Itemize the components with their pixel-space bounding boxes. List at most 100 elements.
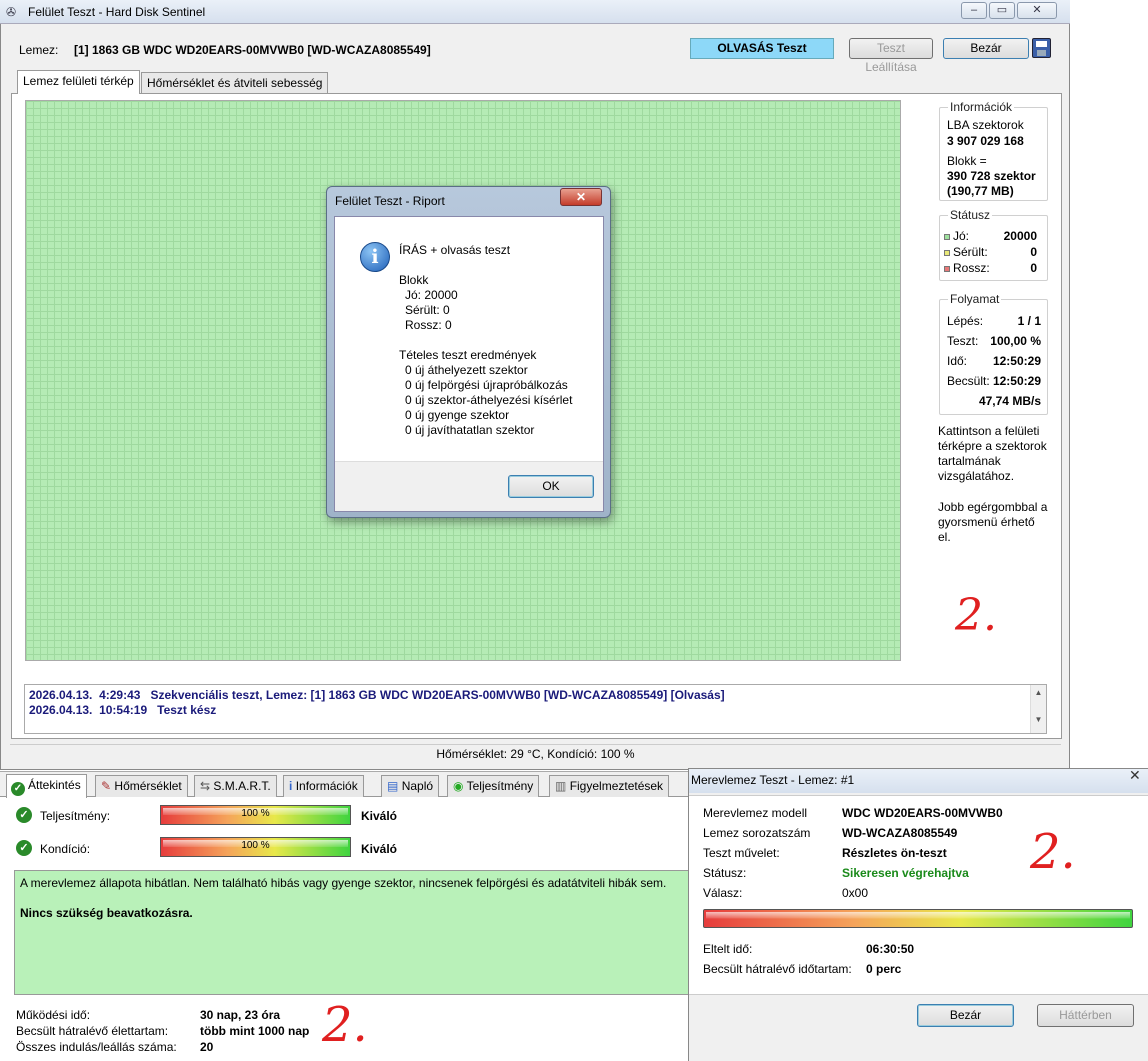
selftest-close-icon[interactable]: ✕ [1129, 767, 1141, 784]
minimize-button[interactable]: – [961, 2, 987, 19]
maximize-button[interactable]: ▭ [989, 2, 1015, 19]
performance-label: Teljesítmény: [40, 809, 111, 823]
report-dialog: Felület Teszt - Riport ✕ i ÍRÁS + olvasá… [326, 186, 611, 518]
read-test-indicator: OLVASÁS Teszt [690, 38, 834, 59]
report-heading: ÍRÁS + olvasás teszt [399, 243, 511, 257]
tab-smart[interactable]: ⇆ S.M.A.R.T. [194, 775, 277, 797]
gauge-icon: ◉ [453, 779, 464, 793]
dialog-close-button[interactable]: ✕ [560, 188, 602, 206]
block-label: Blokk = [947, 154, 987, 168]
estimated-value: 12:50:29 [992, 374, 1041, 388]
info-group: Információk LBA szektorok 3 907 029 168 … [939, 100, 1048, 201]
report-result-line: 0 új javíthatatlan szektor [405, 423, 535, 437]
app-icon: ✇ [6, 5, 17, 19]
status-bad: Rossz: [944, 261, 990, 275]
info-group-title: Információk [948, 100, 1015, 114]
statusbar-text: Hőmérséklet: 29 °C, Kondíció: 100 % [436, 747, 635, 761]
report-result-line: 0 új áthelyezett szektor [405, 363, 528, 377]
block-value: 390 728 szektor [947, 169, 1036, 183]
selftest-title: Merevlemez Teszt - Lemez: #1 [691, 773, 855, 787]
hint-rightclick: Jobb egérgombbal a gyorsmenü érhető el. [938, 500, 1048, 544]
selftest-progress-bar [703, 909, 1133, 928]
speed-value: 47,74 MB/s [978, 394, 1041, 408]
time-value: 12:50:29 [992, 354, 1041, 368]
tab-overview[interactable]: ✓ Áttekintés [6, 774, 87, 798]
starts-value: 20 [200, 1040, 214, 1054]
log-entry: 2026.04.13. 10:54:19 Teszt kész [29, 703, 217, 717]
starts-label: Összes indulás/leállás száma: [16, 1040, 177, 1054]
tab-performance[interactable]: ◉ Teljesítmény [447, 775, 540, 797]
performance-pct: 100 % [241, 808, 270, 819]
serial-label: Lemez sorozatszám [703, 826, 811, 840]
health-message-box: A merevlemez állapota hibátlan. Nem talá… [14, 870, 690, 995]
status-group: Státusz Jó: 20000 Sérült: 0 Rossz: 0 [939, 208, 1048, 281]
close-window-button[interactable]: ✕ [1017, 2, 1057, 19]
report-results-title: Tételes teszt eredmények [399, 348, 537, 362]
report-damaged: Sérült: 0 [405, 303, 450, 317]
status-damaged-value: 0 [1030, 245, 1037, 259]
selftest-titlebar[interactable]: Merevlemez Teszt - Lemez: #1 ✕ [689, 767, 1148, 793]
selftest-close-button[interactable]: Bezár [917, 1004, 1014, 1027]
report-block-title: Blokk [399, 273, 429, 287]
check-icon: ✓ [11, 782, 25, 796]
reply-label: Válasz: [703, 886, 743, 900]
log-panel: 2026.04.13. 4:29:43 Szekvenciális teszt,… [24, 684, 1047, 734]
lba-label: LBA szektorok [947, 118, 1024, 132]
overview-tabbar: ✓ Áttekintés ✎ Hőmérséklet ⇆ S.M.A.R.T. i… [0, 772, 690, 798]
save-icon[interactable] [1032, 38, 1051, 58]
block-size: (190,77 MB) [947, 184, 1014, 198]
serial-value: WD-WCAZA8085549 [842, 826, 958, 840]
reply-value: 0x00 [842, 886, 869, 900]
uptime-label: Működési idő: [16, 1008, 91, 1022]
background-button[interactable]: Háttérben [1037, 1004, 1134, 1027]
model-label: Merevlemez modell [703, 806, 808, 820]
status-group-title: Státusz [948, 208, 993, 222]
hint-click: Kattintson a felületi térképre a szektor… [938, 424, 1047, 483]
lifetime-label: Becsült hátralévő élettartam: [16, 1024, 169, 1038]
disk-label: Lemez: [19, 43, 59, 57]
remaining-label: Becsült hátralévő időtartam: [703, 962, 852, 976]
performance-rating: Kiváló [361, 809, 398, 823]
report-result-line: 0 új szektor-áthelyezési kísérlet [405, 393, 573, 407]
tab-log[interactable]: ▤ Napló [381, 775, 440, 797]
step-value: 1 / 1 [1017, 314, 1041, 328]
tab-surface-map[interactable]: Lemez felületi térkép [17, 70, 140, 94]
report-dialog-title: Felület Teszt - Riport [335, 194, 445, 208]
annotation-2-bottom-right: 2. [1030, 824, 1076, 880]
log-scrollbar[interactable]: ▲ ▼ [1030, 685, 1046, 733]
health-message: A merevlemez állapota hibátlan. Nem talá… [20, 876, 667, 890]
selftest-status-label: Státusz: [703, 866, 747, 880]
tab-information[interactable]: i Információk [283, 775, 364, 797]
report-bad: Rossz: 0 [405, 318, 452, 332]
estimated-label: Becsült: [947, 374, 990, 388]
step-label: Lépés: [947, 314, 984, 328]
status-good-value: 20000 [1003, 229, 1037, 243]
disk-value: [1] 1863 GB WDC WD20EARS-00MVWB0 [WD-WCA… [74, 43, 431, 57]
annotation-2-bottom-left: 2. [322, 997, 368, 1053]
log-entry: 2026.04.13. 4:29:43 Szekvenciális teszt,… [29, 688, 725, 702]
condition-pct: 100 % [241, 840, 270, 851]
status-bad-value: 0 [1030, 261, 1037, 275]
report-good: Jó: 20000 [405, 288, 458, 302]
thermometer-icon: ✎ [101, 779, 112, 793]
main-window-titlebar[interactable]: ✇ Felület Teszt - Hard Disk Sentinel – ▭… [0, 0, 1070, 24]
status-good: Jó: [944, 229, 969, 243]
condition-bar: 100 % [160, 837, 351, 857]
report-result-line: 0 új gyenge szektor [405, 408, 510, 422]
tab-temperature-speed[interactable]: Hőmérséklet és átviteli sebesség [141, 72, 329, 94]
operation-label: Teszt művelet: [703, 846, 780, 860]
smart-icon: ⇆ [200, 779, 211, 793]
tab-temperature[interactable]: ✎ Hőmérséklet [95, 775, 188, 797]
document-icon: ▤ [387, 779, 399, 793]
ok-button[interactable]: OK [508, 475, 594, 498]
tab-warnings[interactable]: ▥ Figyelmeztetések [549, 775, 670, 797]
progress-group: Folyamat Lépés: 1 / 1 Teszt: 100,00 % Id… [939, 292, 1048, 415]
info-icon: i [360, 242, 390, 272]
operation-value: Részletes ön-teszt [842, 846, 947, 860]
condition-label: Kondíció: [40, 842, 91, 856]
performance-bar: 100 % [160, 805, 351, 825]
condition-rating: Kiváló [361, 842, 398, 856]
stop-test-button[interactable]: Teszt Leállítása [849, 38, 933, 74]
close-button[interactable]: Bezár [943, 38, 1029, 59]
main-statusbar: Hőmérséklet: 29 °C, Kondíció: 100 % [10, 744, 1061, 762]
